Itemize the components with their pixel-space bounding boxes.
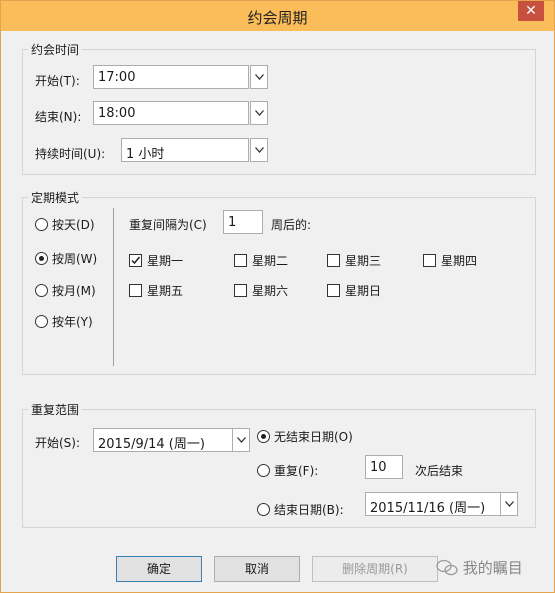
remove-recurrence-button[interactable]: 删除周期(R) <box>312 556 438 582</box>
weekday-checkbox-sat[interactable]: 星期六 <box>234 282 288 299</box>
yearly-radio[interactable]: 按年(Y) <box>35 313 93 330</box>
end-after-label: 重复(F): <box>274 464 319 478</box>
interval-label: 重复间隔为(C) <box>129 218 207 232</box>
monthly-label: 按月(M) <box>52 284 96 298</box>
occurrences-value: 10 <box>370 460 387 475</box>
close-button[interactable]: ✕ <box>518 1 544 21</box>
weekday-checkbox-sun[interactable]: 星期日 <box>327 282 381 299</box>
chevron-down-icon <box>504 501 514 507</box>
no-end-date-label: 无结束日期(O) <box>274 430 353 444</box>
daily-radio[interactable]: 按天(D) <box>35 216 95 233</box>
weekday-checkbox-wed[interactable]: 星期三 <box>327 252 381 269</box>
start-time-value: 17:00 <box>98 70 136 85</box>
range-start-combo[interactable]: 2015/9/14 (周一) <box>93 428 233 452</box>
close-icon: ✕ <box>525 3 537 19</box>
weekly-radio[interactable]: 按周(W) <box>35 250 97 267</box>
weekday-checkbox-thu[interactable]: 星期四 <box>423 252 477 269</box>
daily-label: 按天(D) <box>52 218 95 232</box>
weekday-label: 星期五 <box>147 284 184 298</box>
dialog-title: 约会周期 <box>247 9 308 27</box>
radio-circle-icon <box>257 464 270 477</box>
duration-label: 持续时间(U): <box>35 147 106 161</box>
checkbox-icon <box>234 254 247 267</box>
end-time-value: 18:00 <box>98 106 136 121</box>
chevron-down-icon <box>254 110 264 116</box>
range-start-dropdown-button[interactable] <box>232 428 250 452</box>
end-time-dropdown-button[interactable] <box>250 101 268 125</box>
end-by-radio[interactable]: 结束日期(B): <box>257 501 344 518</box>
radio-circle-icon <box>35 284 48 297</box>
checkbox-icon <box>327 284 340 297</box>
no-end-date-radio[interactable]: 无结束日期(O) <box>257 428 353 445</box>
interval-value: 1 <box>228 215 237 230</box>
wechat-icon <box>436 559 458 576</box>
recurrence-pattern-legend: 定期模式 <box>28 189 83 206</box>
interval-suffix: 周后的: <box>271 218 312 232</box>
range-start-label: 开始(S): <box>35 436 81 450</box>
weekday-label: 星期三 <box>345 254 382 268</box>
checkbox-icon <box>129 284 142 297</box>
cancel-button[interactable]: 取消 <box>214 556 300 582</box>
end-time-combo[interactable]: 18:00 <box>93 101 249 125</box>
checkbox-icon <box>234 284 247 297</box>
occurrences-suffix: 次后结束 <box>415 464 464 478</box>
radio-selected-icon <box>257 430 270 443</box>
end-by-value: 2015/11/16 (周一) <box>370 501 486 516</box>
weekday-checkbox-mon[interactable]: 星期一 <box>129 252 183 269</box>
duration-dropdown-button[interactable] <box>250 138 268 162</box>
duration-combo[interactable]: 1 小时 <box>121 138 249 162</box>
chevron-down-icon <box>254 74 264 80</box>
end-by-label: 结束日期(B): <box>274 503 344 517</box>
end-time-label: 结束(N): <box>35 110 82 124</box>
monthly-radio[interactable]: 按月(M) <box>35 282 96 299</box>
range-start-value: 2015/9/14 (周一) <box>98 437 205 452</box>
watermark: 我的瞩目 <box>436 557 523 578</box>
start-time-combo[interactable]: 17:00 <box>93 65 249 89</box>
radio-circle-icon <box>35 315 48 328</box>
weekday-checkbox-tue[interactable]: 星期二 <box>234 252 288 269</box>
chevron-down-icon <box>236 437 246 443</box>
start-time-label: 开始(T): <box>35 74 80 88</box>
start-time-dropdown-button[interactable] <box>250 65 268 89</box>
weekday-label: 星期日 <box>345 284 382 298</box>
checkbox-icon <box>327 254 340 267</box>
occurrences-input[interactable]: 10 <box>365 455 403 479</box>
checkbox-checked-icon <box>129 254 142 267</box>
yearly-label: 按年(Y) <box>52 315 93 329</box>
radio-selected-icon <box>35 252 48 265</box>
radio-circle-icon <box>257 503 270 516</box>
end-by-dropdown-button[interactable] <box>500 492 518 516</box>
checkbox-icon <box>423 254 436 267</box>
watermark-text: 我的瞩目 <box>462 559 523 577</box>
chevron-down-icon <box>254 147 264 153</box>
pattern-divider <box>113 208 114 366</box>
ok-button[interactable]: 确定 <box>116 556 202 582</box>
appointment-time-legend: 约会时间 <box>28 41 83 58</box>
weekday-label: 星期一 <box>147 254 184 268</box>
duration-value: 1 小时 <box>126 147 165 162</box>
weekly-label: 按周(W) <box>52 252 98 266</box>
weekday-label: 星期二 <box>252 254 289 268</box>
recurrence-dialog: 约会周期 ✕ 约会时间 开始(T): 17:00 结束(N): 18:00 持续… <box>0 0 555 593</box>
end-after-radio[interactable]: 重复(F): <box>257 462 318 479</box>
title-bar[interactable]: 约会周期 ✕ <box>1 1 554 31</box>
end-by-combo[interactable]: 2015/11/16 (周一) <box>365 492 501 516</box>
weekday-label: 星期四 <box>441 254 478 268</box>
recurrence-range-legend: 重复范围 <box>28 401 83 418</box>
radio-circle-icon <box>35 218 48 231</box>
weekday-checkbox-fri[interactable]: 星期五 <box>129 282 183 299</box>
weekday-label: 星期六 <box>252 284 289 298</box>
interval-input[interactable]: 1 <box>223 210 263 234</box>
